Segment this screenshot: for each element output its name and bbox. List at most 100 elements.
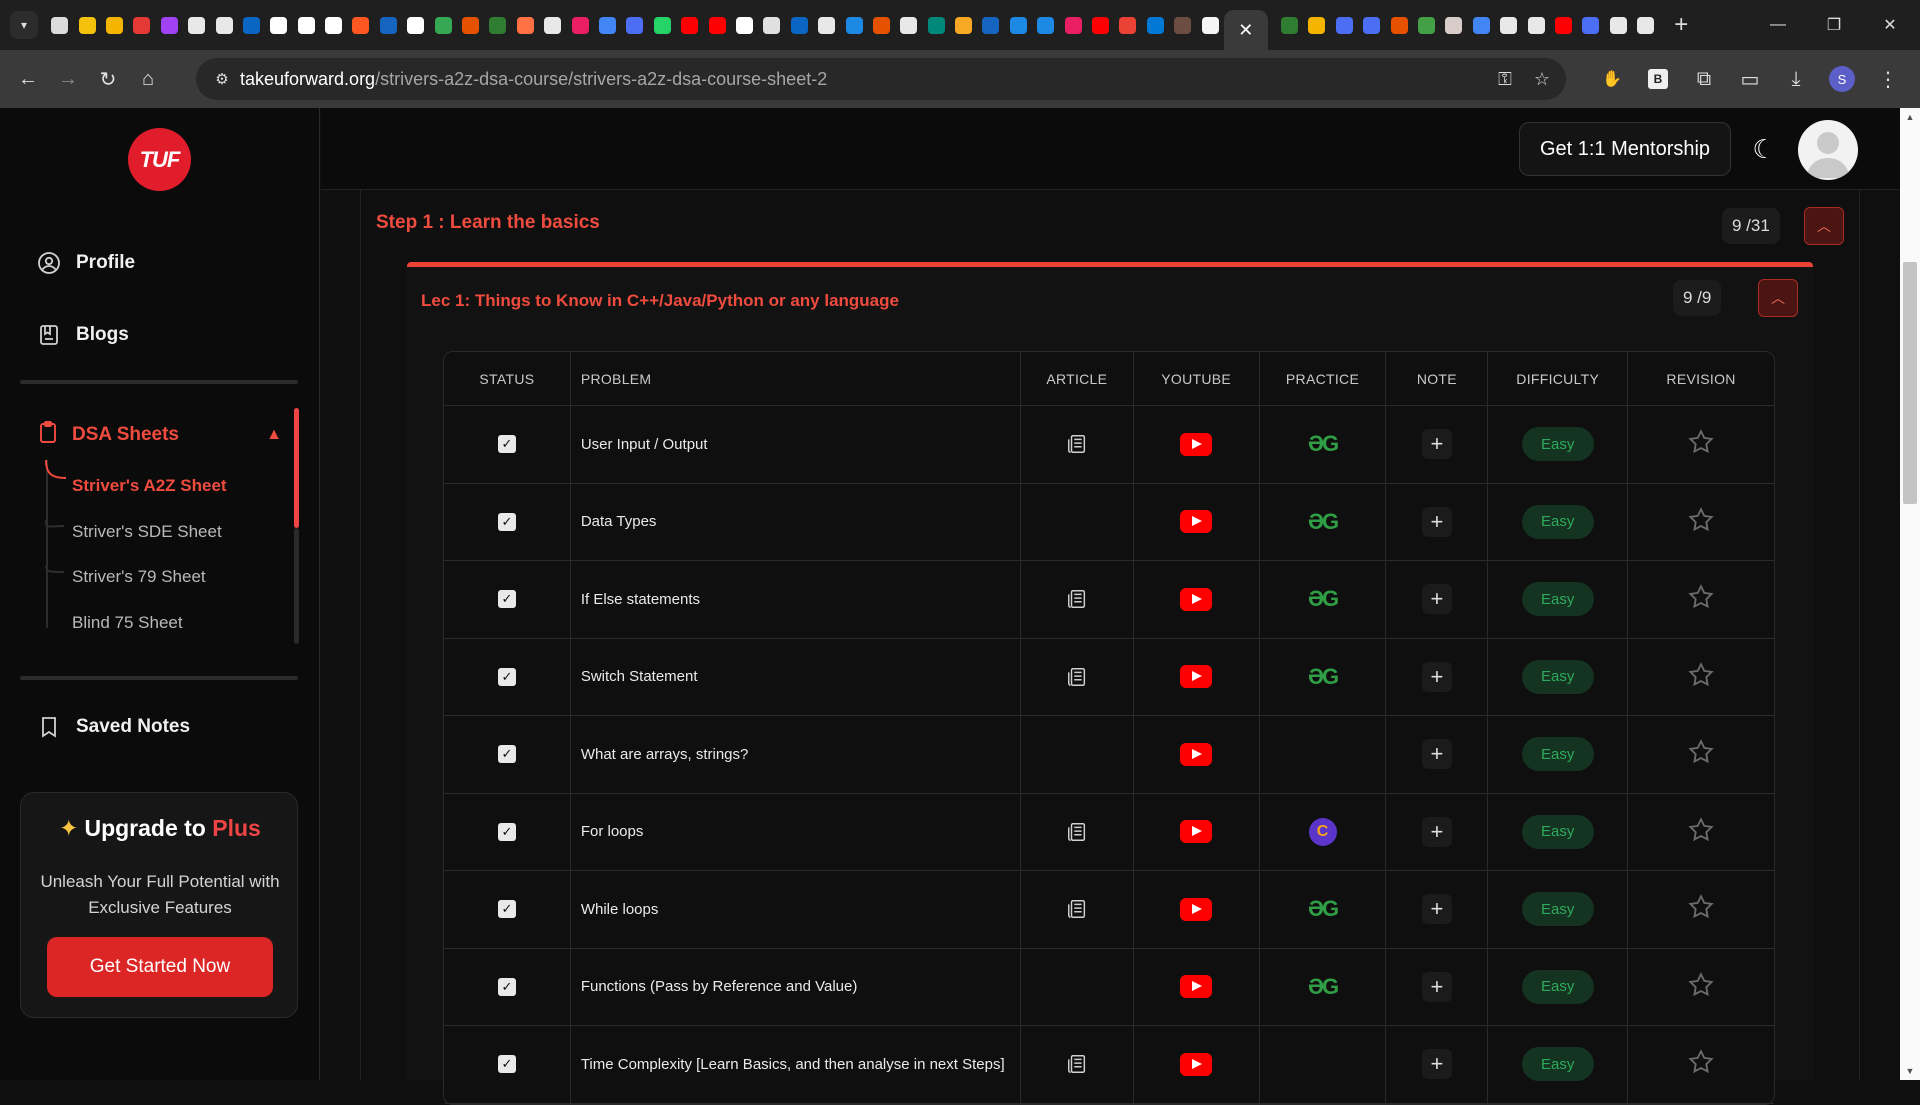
tab-favicon[interactable] [128, 0, 155, 50]
tab-favicon[interactable] [1413, 0, 1440, 50]
sidebar-item-profile[interactable]: Profile [36, 250, 135, 276]
tab-favicon[interactable] [1495, 0, 1522, 50]
sidebar-item-dsa-sheets[interactable]: DSA Sheets ▲ [36, 420, 282, 450]
site-info-icon[interactable]: ⚙ [204, 70, 240, 88]
youtube-icon[interactable] [1180, 975, 1213, 999]
tab-favicon[interactable] [512, 0, 539, 50]
forward-icon[interactable]: → [48, 59, 88, 99]
youtube-icon[interactable] [1180, 742, 1213, 766]
active-tab[interactable]: ✕ [1223, 10, 1268, 50]
gfg-practice-icon[interactable]: ƏG [1308, 431, 1339, 456]
tab-favicon[interactable] [758, 0, 785, 50]
tab-favicon[interactable] [977, 0, 1004, 50]
gfg-practice-icon[interactable]: ƏG [1308, 896, 1339, 921]
article-icon[interactable] [1066, 435, 1088, 454]
gfg-practice-icon[interactable]: ƏG [1308, 664, 1339, 689]
tuf-logo[interactable]: TUF [128, 128, 191, 191]
tab-favicon[interactable] [1468, 0, 1495, 50]
youtube-icon[interactable] [1180, 432, 1213, 456]
tab-favicon[interactable] [238, 0, 265, 50]
revision-star-icon[interactable] [1687, 506, 1715, 538]
close-tab-icon[interactable]: ✕ [1238, 20, 1253, 41]
user-avatar[interactable] [1798, 120, 1858, 180]
password-key-icon[interactable]: ⚿ [1498, 69, 1512, 90]
bookmark-star-icon[interactable]: ☆ [1534, 69, 1550, 90]
tab-favicon[interactable] [293, 0, 320, 50]
url-text[interactable]: takeuforward.org/strivers-a2z-dsa-course… [240, 69, 827, 90]
step-collapse-button[interactable]: ︿ [1804, 207, 1844, 245]
tab-favicon[interactable] [101, 0, 128, 50]
new-tab-button[interactable]: + [1665, 9, 1697, 41]
revision-star-icon[interactable] [1687, 971, 1715, 1003]
tab-favicon[interactable] [1358, 0, 1385, 50]
tab-favicon[interactable] [649, 0, 676, 50]
lecture-title[interactable]: Lec 1: Things to Know in C++/Java/Python… [421, 291, 899, 311]
tab-favicon[interactable] [923, 0, 950, 50]
revision-star-icon[interactable] [1687, 661, 1715, 693]
dark-mode-moon-icon[interactable]: ☾ [1749, 134, 1779, 164]
tab-favicon[interactable] [347, 0, 374, 50]
add-note-button[interactable]: + [1421, 584, 1452, 615]
extensions-puzzle-icon[interactable]: ⧉ [1684, 59, 1724, 99]
status-checkbox[interactable]: ✓ [497, 435, 516, 454]
page-scrollbar[interactable]: ▲ ▼ [1900, 108, 1920, 1080]
codingninjas-practice-icon[interactable]: C [1308, 817, 1337, 846]
tab-favicon[interactable] [1331, 0, 1358, 50]
tab-favicon[interactable] [1550, 0, 1577, 50]
youtube-icon[interactable] [1180, 897, 1213, 921]
problem-name[interactable]: Data Types [581, 513, 657, 530]
sheet-link-sde[interactable]: Striver's SDE Sheet [72, 522, 222, 542]
profile-button[interactable]: S [1822, 59, 1862, 99]
revision-star-icon[interactable] [1687, 429, 1715, 460]
status-checkbox[interactable]: ✓ [497, 745, 516, 764]
tab-favicon[interactable] [1276, 0, 1303, 50]
revision-star-icon[interactable] [1687, 894, 1715, 925]
revision-star-icon[interactable] [1687, 1049, 1715, 1080]
tab-favicon[interactable] [895, 0, 922, 50]
tab-favicon[interactable] [183, 0, 210, 50]
tab-favicon[interactable] [786, 0, 813, 50]
tab-favicon[interactable] [210, 0, 237, 50]
tab-favicon[interactable] [1169, 0, 1196, 50]
revision-star-icon[interactable] [1687, 816, 1715, 848]
address-bar[interactable]: ⚙ takeuforward.org/strivers-a2z-dsa-cour… [196, 58, 1566, 100]
tab-favicon[interactable] [1196, 0, 1223, 50]
tab-favicon[interactable] [840, 0, 867, 50]
reload-icon[interactable]: ↻ [88, 59, 128, 99]
sidebar-item-blogs[interactable]: Blogs [36, 322, 129, 348]
status-checkbox[interactable]: ✓ [497, 822, 516, 841]
tab-favicon[interactable] [429, 0, 456, 50]
gfg-practice-icon[interactable]: ƏG [1308, 586, 1339, 611]
tab-favicon[interactable] [1440, 0, 1467, 50]
problem-name[interactable]: User Input / Output [581, 436, 708, 453]
revision-star-icon[interactable] [1687, 584, 1715, 615]
tab-search-button[interactable]: ▾ [10, 11, 38, 39]
article-icon[interactable] [1066, 667, 1088, 686]
tab-favicon[interactable] [731, 0, 758, 50]
tab-favicon[interactable] [566, 0, 593, 50]
extension-hand-icon[interactable]: ✋ [1592, 59, 1632, 99]
back-icon[interactable]: ← [8, 59, 48, 99]
tab-favicon[interactable] [594, 0, 621, 50]
tab-favicon[interactable] [1005, 0, 1032, 50]
youtube-icon[interactable] [1180, 510, 1213, 534]
tab-favicon[interactable] [484, 0, 511, 50]
youtube-icon[interactable] [1180, 665, 1213, 689]
menu-kebab-icon[interactable]: ⋮ [1868, 59, 1908, 99]
tab-favicon[interactable] [703, 0, 730, 50]
status-checkbox[interactable]: ✓ [497, 1055, 516, 1074]
chevron-up-icon[interactable]: ▲ [266, 426, 282, 444]
cast-icon[interactable]: ▭ [1730, 59, 1770, 99]
sheet-link-79[interactable]: Striver's 79 Sheet [72, 567, 206, 587]
add-note-button[interactable]: + [1421, 894, 1452, 925]
tab-favicon[interactable] [1385, 0, 1412, 50]
tab-favicon[interactable] [813, 0, 840, 50]
close-window-button[interactable]: ✕ [1862, 0, 1918, 50]
tab-favicon[interactable] [1604, 0, 1631, 50]
scrollbar-thumb[interactable] [1903, 262, 1917, 504]
lecture-collapse-button[interactable]: ︿ [1758, 279, 1798, 317]
problem-name[interactable]: What are arrays, strings? [581, 746, 749, 763]
article-icon[interactable] [1066, 1055, 1088, 1074]
tab-favicon[interactable] [1032, 0, 1059, 50]
tab-favicon[interactable] [868, 0, 895, 50]
